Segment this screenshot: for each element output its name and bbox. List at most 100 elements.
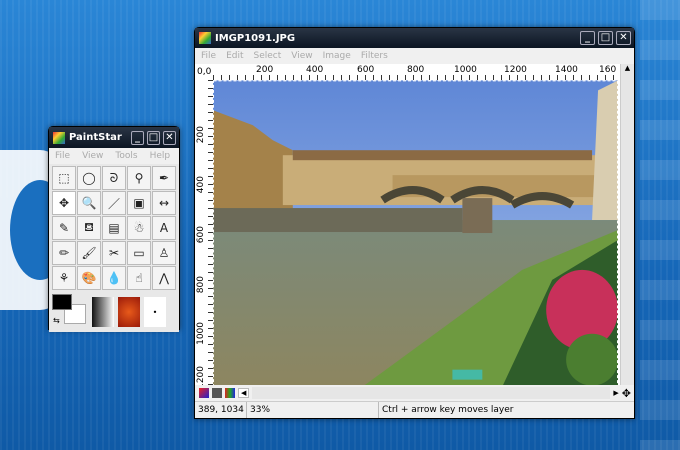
close-button[interactable]: ✕ [616, 31, 631, 45]
zoom-level: 33% [247, 402, 379, 418]
tool-palette[interactable]: 🎨 [77, 266, 101, 290]
pattern-swatch[interactable] [118, 297, 140, 327]
navigator-move-icon[interactable]: ✥ [622, 387, 631, 400]
tool-brush[interactable]: 🖌 [77, 241, 101, 265]
lasso-icon: ᘐ [109, 170, 119, 185]
tool-rect-select[interactable]: ⬚ [52, 166, 76, 190]
menu-file[interactable]: File [201, 51, 216, 61]
menu-view[interactable]: View [291, 51, 312, 61]
menu-edit[interactable]: Edit [226, 51, 243, 61]
photo-ponte-vecchio[interactable] [213, 80, 618, 387]
ruler-label: 200 [196, 126, 206, 144]
tool-blur[interactable]: 💧 [102, 266, 126, 290]
palette-icon: 🎨 [81, 271, 97, 285]
menu-select[interactable]: Select [254, 51, 282, 61]
gradient-swatch[interactable] [92, 297, 114, 327]
clone-icon: ☃ [133, 221, 145, 235]
vertical-ruler: 200 400 600 800 1000 1200 [195, 80, 213, 389]
ruler-label: 200 [256, 65, 274, 75]
swap-colors-icon[interactable]: ⇆ [53, 316, 60, 325]
ellipse-select-icon: ◯ [82, 171, 96, 185]
tool-airbrush[interactable]: ✂ [102, 241, 126, 265]
airbrush-icon: ✂ [108, 246, 120, 260]
pencil-icon: ✏ [58, 246, 70, 260]
close-button[interactable]: ✕ [163, 130, 176, 145]
canvas-area: 0,0 200 400 600 800 1000 1200 1400 160 2… [195, 64, 634, 389]
image-menu-bar: File Edit Select View Image Filters [195, 48, 634, 64]
tool-bucket[interactable]: ⛾ [77, 216, 101, 240]
maximize-button[interactable]: □ [598, 31, 613, 45]
tool-lasso[interactable]: ᘐ [102, 166, 126, 190]
text-icon: A [159, 221, 169, 235]
image-window-titlebar[interactable]: IMGP1091.JPG _ □ ✕ [195, 28, 634, 48]
line-icon: ／ [107, 196, 120, 211]
tool-smudge[interactable]: ☝ [127, 266, 151, 290]
minimize-button[interactable]: _ [580, 31, 595, 45]
tool-eraser[interactable]: ▭ [127, 241, 151, 265]
color-panel: ⇆ • [49, 292, 179, 332]
menu-tools[interactable]: Tools [115, 151, 137, 161]
bottom-toolbar: ◀ ▶ ✥ [195, 385, 634, 401]
tool-measure[interactable]: ⋀ [152, 266, 176, 290]
measure-icon: ⋀ [159, 271, 169, 285]
cursor-coordinates: 389, 1034 [195, 402, 247, 418]
brush-swatch[interactable]: • [144, 297, 166, 327]
menu-view[interactable]: View [82, 151, 103, 161]
ruler-label: 1000 [196, 322, 206, 345]
smudge-icon: ☝ [135, 271, 143, 285]
eraser-icon: ▭ [133, 246, 145, 260]
tool-magic-wand[interactable]: ⚲ [127, 166, 151, 190]
tool-eyedropper[interactable]: ✎ [52, 216, 76, 240]
pen-icon: ✒ [158, 171, 170, 185]
ruler-label: 600 [357, 65, 375, 75]
channels-icon[interactable] [225, 388, 235, 398]
scroll-left-arrow-icon[interactable]: ◀ [238, 388, 250, 398]
ruler-origin: 0,0 [197, 67, 212, 77]
layers-icon[interactable] [212, 388, 222, 398]
tool-crop[interactable]: ▣ [127, 191, 151, 215]
menu-filters[interactable]: Filters [361, 51, 388, 61]
tool-pencil[interactable]: ✏ [52, 241, 76, 265]
scroll-up-arrow-icon[interactable]: ▲ [621, 64, 634, 72]
effects-icon: ⚘ [58, 271, 70, 285]
tool-move[interactable]: ✥ [52, 191, 76, 215]
tool-stamp[interactable]: ♙ [152, 241, 176, 265]
magic-wand-icon: ⚲ [134, 171, 144, 185]
tool-ellipse-select[interactable]: ◯ [77, 166, 101, 190]
crop-icon: ▣ [133, 196, 145, 210]
toolbox-titlebar[interactable]: PaintStar _ □ ✕ [49, 127, 179, 148]
vertical-scrollbar[interactable]: ▲ [620, 64, 634, 385]
maximize-button[interactable]: □ [147, 130, 160, 145]
tool-clone[interactable]: ☃ [127, 216, 151, 240]
ruler-label: 800 [196, 276, 206, 294]
toolbox-menu-bar: File View Tools Help [49, 148, 179, 164]
status-hint: Ctrl + arrow key moves layer [382, 405, 514, 415]
ruler-label: 1400 [555, 65, 578, 75]
tool-flip[interactable]: ↔ [152, 191, 176, 215]
tool-effects[interactable]: ⚘ [52, 266, 76, 290]
tool-zoom[interactable]: 🔍 [77, 191, 101, 215]
tool-gradient[interactable]: ▤ [102, 216, 126, 240]
tool-pen[interactable]: ✒ [152, 166, 176, 190]
foreground-color[interactable] [52, 294, 72, 310]
tool-text[interactable]: A [152, 216, 176, 240]
tool-line[interactable]: ／ [102, 191, 126, 215]
brush-icon: 🖌 [81, 246, 97, 260]
ruler-label: 1000 [454, 65, 477, 75]
blur-icon: 💧 [106, 271, 122, 285]
tool-grid: ⬚ ◯ ᘐ ⚲ ✒ ✥ 🔍 ／ ▣ ↔ ✎ ⛾ ▤ ☃ A ✏ 🖌 ✂ ▭ ♙ ⚘ 🎨 💧 ☝ ⋀ [49, 164, 179, 292]
horizontal-scrollbar[interactable] [252, 387, 611, 399]
ruler-label: 160 [599, 65, 617, 75]
paintstar-logo-icon [53, 131, 65, 144]
ruler-label: 800 [407, 65, 425, 75]
color-mode-icon[interactable] [199, 388, 209, 398]
scroll-right-arrow-icon[interactable]: ▶ [613, 389, 618, 397]
ruler-label: 400 [196, 176, 206, 194]
menu-help[interactable]: Help [150, 151, 171, 161]
eyedropper-icon: ✎ [58, 221, 70, 235]
menu-file[interactable]: File [55, 151, 70, 161]
minimize-button[interactable]: _ [131, 130, 144, 145]
toolbox-window: PaintStar _ □ ✕ File View Tools Help ⬚ ◯ ᘐ… [48, 126, 180, 332]
color-swatches[interactable]: ⇆ [52, 294, 88, 330]
menu-image[interactable]: Image [323, 51, 351, 61]
